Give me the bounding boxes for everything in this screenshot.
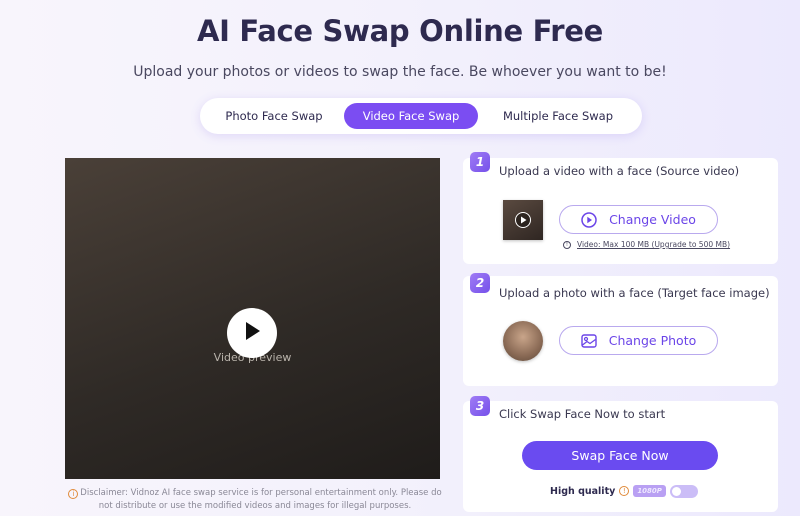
step-3-text: Click Swap Face Now to start [499,407,666,421]
high-quality-row: High quality ! 1080P [550,484,698,498]
play-icon [515,212,531,228]
change-photo-button[interactable]: Change Photo [559,326,718,355]
play-button[interactable] [227,308,277,358]
tab-photo-face-swap[interactable]: Photo Face Swap [204,103,344,129]
play-icon [242,320,262,346]
tab-video-face-swap[interactable]: Video Face Swap [344,103,478,129]
change-photo-label: Change Photo [608,333,697,348]
video-size-note: ! Video: Max 100 MB (Upgrade to 500 MB) [563,240,730,249]
step-2-text: Upload a photo with a face (Target face … [499,286,770,300]
step-2-badge: 2 [470,273,490,293]
high-quality-label: High quality [550,485,616,497]
step-3-badge: 3 [470,396,490,416]
change-video-label: Change Video [609,212,696,227]
target-face-thumbnail[interactable] [503,321,543,361]
step-1-badge: 1 [470,152,490,172]
info-icon: ! [563,240,571,249]
tab-multiple-face-swap[interactable]: Multiple Face Swap [478,103,638,129]
mode-tabs: Photo Face Swap Video Face Swap Multiple… [200,98,642,134]
play-circle-icon [581,211,597,228]
info-icon: i [68,489,79,499]
swap-face-now-button[interactable]: Swap Face Now [522,441,718,470]
resolution-badge: 1080P [633,485,666,497]
toggle-knob [671,486,681,496]
disclaimer-text: Disclaimer: Vidnoz AI face swap service … [80,488,442,511]
step-1-text: Upload a video with a face (Source video… [499,164,740,178]
image-icon [581,333,597,348]
upgrade-link[interactable]: Video: Max 100 MB (Upgrade to 500 MB) [577,240,730,249]
change-video-button[interactable]: Change Video [559,205,718,234]
high-quality-toggle[interactable] [669,484,698,498]
page-title: AI Face Swap Online Free [196,14,604,48]
page-subtitle: Upload your photos or videos to swap the… [133,64,667,80]
disclaimer: i Disclaimer: Vidnoz AI face swap service… [62,487,448,513]
video-preview[interactable]: Video preview [65,158,440,479]
info-icon[interactable]: ! [619,486,630,496]
source-video-thumbnail[interactable] [503,200,543,240]
